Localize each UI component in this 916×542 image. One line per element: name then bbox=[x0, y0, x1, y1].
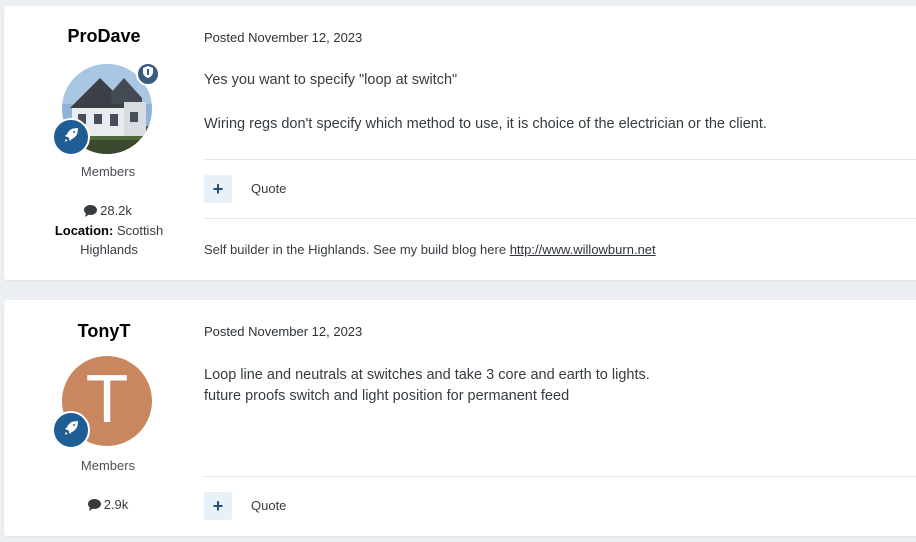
member-group: Members bbox=[80, 164, 136, 179]
post-count: 28.2k bbox=[4, 203, 212, 218]
post-count-value: 28.2k bbox=[100, 203, 132, 218]
plus-icon: + bbox=[212, 495, 224, 516]
content-paragraph: Loop line and neutrals at switches and t… bbox=[204, 367, 650, 383]
signature: Self builder in the Highlands. See my bu… bbox=[204, 242, 656, 257]
signature-link[interactable]: http://www.willowburn.net bbox=[510, 242, 656, 257]
author-avatar-wrap: T bbox=[52, 356, 154, 449]
post-prodave: ProDave Members 28.2k Location: Scottish… bbox=[4, 6, 916, 280]
author-name[interactable]: ProDave bbox=[4, 26, 204, 47]
post-content: Yes you want to specify "loop at switch"… bbox=[204, 70, 884, 135]
location-label: Location: bbox=[54, 223, 114, 238]
comment-icon bbox=[84, 203, 100, 218]
signature-text: Self builder in the Highlands. See my bu… bbox=[204, 242, 510, 257]
comment-icon bbox=[87, 497, 104, 512]
content-paragraph: future proofs switch and light position … bbox=[204, 388, 570, 404]
divider bbox=[204, 476, 916, 477]
shield-icon bbox=[143, 65, 153, 83]
post-count-value: 2.9k bbox=[103, 497, 129, 512]
quote-button[interactable]: Quote bbox=[251, 498, 286, 513]
content-paragraph: Wiring regs don't specify which method t… bbox=[204, 116, 767, 132]
post-content: Loop line and neutrals at switches and t… bbox=[204, 365, 884, 407]
divider bbox=[204, 159, 916, 160]
divider bbox=[204, 218, 916, 219]
quote-button[interactable]: Quote bbox=[251, 181, 286, 196]
location: Location: Scottish Highlands bbox=[44, 221, 174, 259]
posted-date[interactable]: Posted November 12, 2023 bbox=[204, 30, 362, 45]
moderator-badge bbox=[136, 62, 160, 86]
multiquote-button[interactable]: + bbox=[204, 175, 232, 203]
content-paragraph: Yes you want to specify "loop at switch" bbox=[204, 72, 458, 88]
author-name[interactable]: TonyT bbox=[4, 321, 204, 342]
rocket-icon bbox=[63, 420, 79, 441]
rank-badge bbox=[52, 118, 90, 156]
post-tonyt: TonyT T Members 2.9k Posted November 12,… bbox=[4, 300, 916, 536]
multiquote-button[interactable]: + bbox=[204, 492, 232, 520]
rocket-icon bbox=[63, 127, 79, 148]
post-count: 2.9k bbox=[4, 497, 212, 512]
member-group: Members bbox=[80, 458, 136, 473]
plus-icon: + bbox=[212, 178, 224, 199]
author-avatar-wrap bbox=[52, 62, 160, 156]
rank-badge bbox=[52, 411, 90, 449]
posted-date[interactable]: Posted November 12, 2023 bbox=[204, 324, 362, 339]
